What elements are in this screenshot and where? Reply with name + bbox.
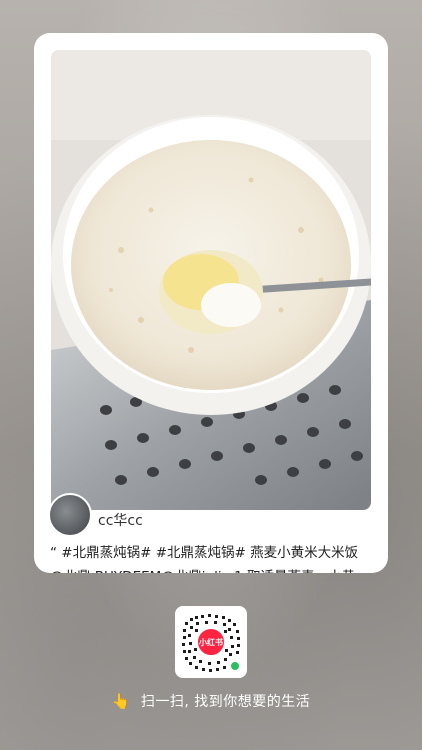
author-row[interactable]: cc华cc xyxy=(48,493,374,537)
note-description[interactable]: “ #北鼎蒸炖锅# #北鼎蒸炖锅# 燕麦小黄米大米饭 @北鼎 BUYDEEM@北… xyxy=(50,541,372,573)
note-share-card[interactable]: cc华cc “ #北鼎蒸炖锅# #北鼎蒸炖锅# 燕麦小黄米大米饭 @北鼎 BUY… xyxy=(34,33,388,573)
scan-prompt: 👆 扫一扫, 找到你想要的生活 xyxy=(0,690,422,712)
scan-prompt-text: 扫一扫, 找到你想要的生活 xyxy=(140,694,311,710)
author-avatar[interactable] xyxy=(48,493,92,537)
note-photo[interactable] xyxy=(51,50,371,510)
mini-program-badge-icon xyxy=(229,660,241,672)
qr-code: 小红书 xyxy=(175,606,247,678)
pointing-hand-icon: 👆 xyxy=(111,692,131,710)
author-name[interactable]: cc华cc xyxy=(98,510,143,530)
xiaohongshu-logo: 小红书 xyxy=(196,627,226,657)
